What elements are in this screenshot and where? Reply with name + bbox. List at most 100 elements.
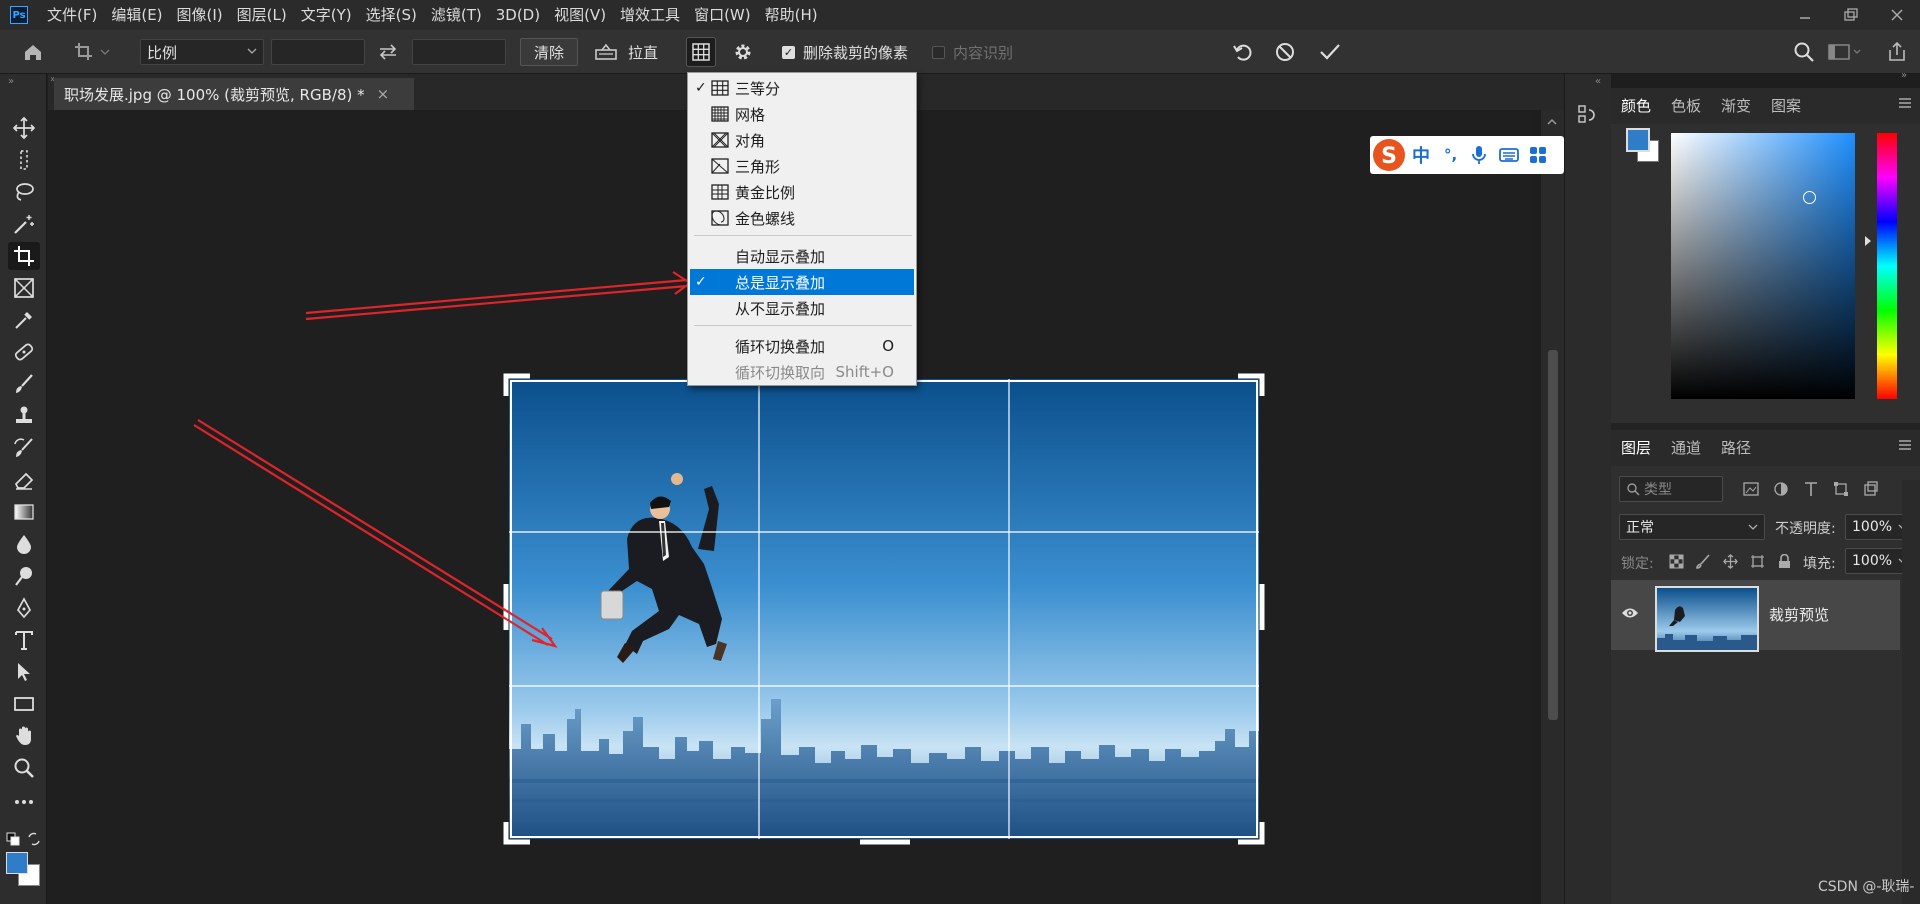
tab-color[interactable]: 颜色: [1611, 88, 1661, 124]
menu-item-golden-ratio[interactable]: 黄金比例: [690, 179, 914, 205]
ime-punctuation[interactable]: °,: [1444, 146, 1457, 164]
hue-slider[interactable]: [1877, 133, 1897, 399]
tab-gradients[interactable]: 渐变: [1711, 88, 1761, 124]
menu-file[interactable]: 文件(F): [40, 0, 104, 30]
panel-foreground-swatch[interactable]: [1626, 128, 1650, 152]
brush-tool[interactable]: [8, 370, 40, 398]
reset-crop-button[interactable]: [1232, 30, 1254, 74]
share-button[interactable]: [1886, 30, 1908, 74]
properties-panel-icon[interactable]: [1577, 104, 1599, 130]
menu-select[interactable]: 选择(S): [359, 0, 424, 30]
smart-object-filter-icon[interactable]: [1863, 481, 1879, 497]
swap-colors-icon[interactable]: [27, 832, 41, 846]
move-tool[interactable]: [8, 114, 40, 142]
keyboard-icon[interactable]: [1499, 147, 1520, 163]
tab-paths[interactable]: 路径: [1711, 430, 1761, 466]
tab-patterns[interactable]: 图案: [1761, 88, 1811, 124]
eraser-tool[interactable]: [8, 466, 40, 494]
menu-item-cycle-overlay[interactable]: 循环切换叠加 O: [690, 333, 914, 359]
menu-image[interactable]: 图像(I): [170, 0, 230, 30]
tab-layers[interactable]: 图层: [1611, 430, 1661, 466]
shape-filter-icon[interactable]: [1833, 481, 1849, 497]
menu-window[interactable]: 窗口(W): [687, 0, 758, 30]
rectangle-tool[interactable]: [8, 690, 40, 718]
menu-layer[interactable]: 图层(L): [230, 0, 294, 30]
collapse-panels-icon[interactable]: »: [1901, 70, 1907, 81]
hand-tool[interactable]: [8, 722, 40, 750]
lock-all-icon[interactable]: [1777, 554, 1792, 569]
blur-tool[interactable]: [8, 530, 40, 558]
ratio-select[interactable]: 比例: [140, 39, 264, 65]
collapse-toolbar-icon[interactable]: »: [8, 76, 14, 87]
swap-dimensions-button[interactable]: [378, 30, 398, 74]
tab-channels[interactable]: 通道: [1661, 430, 1711, 466]
width-input[interactable]: [271, 39, 365, 65]
history-brush-tool[interactable]: [8, 434, 40, 462]
lock-position-icon[interactable]: [1723, 554, 1738, 569]
panel-menu-icon[interactable]: [1898, 96, 1912, 110]
adjustment-filter-icon[interactable]: [1773, 481, 1789, 497]
dodge-tool[interactable]: [8, 562, 40, 590]
restore-button[interactable]: [1828, 0, 1874, 30]
gradient-tool[interactable]: [8, 498, 40, 526]
lock-pixels-icon[interactable]: [1696, 554, 1711, 569]
menu-item-always-show-overlay[interactable]: ✓ 总是显示叠加: [690, 269, 914, 295]
menu-item-grid[interactable]: 网格: [690, 101, 914, 127]
hue-slider-marker[interactable]: [1865, 236, 1871, 246]
healing-brush-tool[interactable]: [8, 338, 40, 366]
microphone-icon[interactable]: [1471, 144, 1487, 166]
blend-mode-select[interactable]: 正常: [1619, 514, 1765, 540]
default-colors-icon[interactable]: [6, 832, 20, 846]
menu-item-thirds[interactable]: ✓ 三等分: [690, 75, 914, 101]
foreground-color-swatch[interactable]: [6, 852, 28, 874]
marquee-tool[interactable]: [8, 146, 40, 174]
layers-scrollbar[interactable]: [1902, 480, 1920, 904]
quick-selection-tool[interactable]: [8, 210, 40, 238]
toolbox-icon[interactable]: [1529, 146, 1547, 164]
menu-edit[interactable]: 编辑(E): [104, 0, 169, 30]
tab-swatches[interactable]: 色板: [1661, 88, 1711, 124]
menu-item-golden-spiral[interactable]: 金色螺线: [690, 205, 914, 231]
layer-kind-filter[interactable]: 类型: [1619, 476, 1723, 502]
menu-item-cycle-orientation[interactable]: 循环切换取向 Shift+O: [690, 359, 914, 385]
eyedropper-tool[interactable]: [8, 306, 40, 334]
overlay-options-button[interactable]: [686, 30, 716, 74]
crop-settings-button[interactable]: [732, 30, 754, 74]
menu-item-triangle[interactable]: 三角形: [690, 153, 914, 179]
image-filter-icon[interactable]: [1743, 481, 1759, 497]
layer-thumbnail[interactable]: [1655, 586, 1759, 652]
close-window-button[interactable]: [1874, 0, 1920, 30]
search-button[interactable]: [1793, 30, 1815, 74]
commit-crop-button[interactable]: [1318, 30, 1342, 74]
content-aware-option[interactable]: 内容识别: [932, 30, 1013, 74]
menu-filter[interactable]: 滤镜(T): [424, 0, 489, 30]
menu-plugins[interactable]: 增效工具: [613, 0, 687, 30]
home-button[interactable]: [22, 30, 44, 74]
scroll-up-icon[interactable]: [1546, 116, 1558, 126]
ime-mode[interactable]: 中: [1412, 142, 1430, 168]
clone-stamp-tool[interactable]: [8, 402, 40, 430]
menu-view[interactable]: 视图(V): [547, 0, 613, 30]
type-filter-icon[interactable]: [1803, 481, 1819, 497]
cancel-crop-button[interactable]: [1274, 30, 1296, 74]
lasso-tool[interactable]: [8, 178, 40, 206]
type-tool[interactable]: [8, 626, 40, 654]
pen-tool[interactable]: [8, 594, 40, 622]
zoom-tool[interactable]: [8, 754, 40, 782]
more-tools-button[interactable]: [8, 788, 40, 816]
layer-name[interactable]: 裁剪预览: [1769, 604, 1829, 625]
lock-transparent-icon[interactable]: [1669, 554, 1684, 569]
height-input[interactable]: [412, 39, 506, 65]
expand-dock-icon[interactable]: «: [1595, 76, 1601, 87]
layer-row[interactable]: 裁剪预览: [1611, 580, 1900, 652]
menu-help[interactable]: 帮助(H): [758, 0, 825, 30]
menu-type[interactable]: 文字(Y): [294, 0, 359, 30]
lock-artboard-icon[interactable]: [1750, 554, 1765, 569]
path-selection-tool[interactable]: [8, 658, 40, 686]
document-tab[interactable]: 职场发展.jpg @ 100% (裁剪预览, RGB/8) * ×: [54, 78, 414, 110]
content-aware-checkbox[interactable]: [932, 45, 945, 59]
scrollbar-thumb[interactable]: [1548, 350, 1558, 720]
frame-tool[interactable]: [8, 274, 40, 302]
straighten-button[interactable]: 拉直: [594, 30, 658, 74]
delete-cropped-pixels-option[interactable]: ✓ 删除裁剪的像素: [782, 30, 908, 74]
